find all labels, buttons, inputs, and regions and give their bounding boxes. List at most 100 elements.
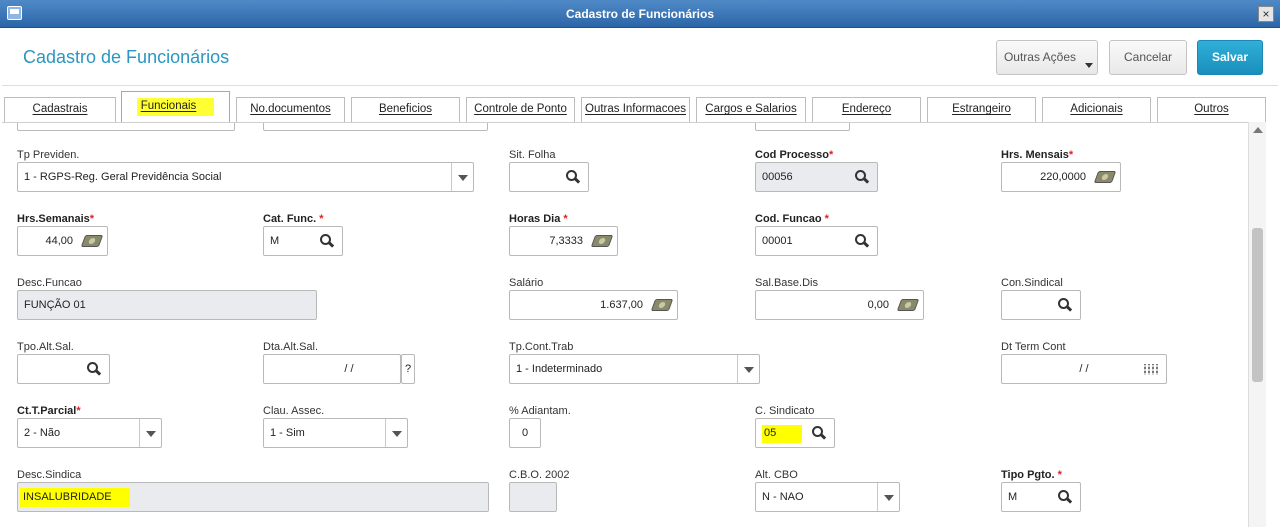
chevron-down-icon[interactable] (737, 355, 759, 383)
calculator-icon[interactable] (80, 235, 104, 247)
search-icon[interactable] (812, 426, 826, 440)
vertical-scrollbar[interactable] (1248, 122, 1266, 527)
tab-cargos-e-salarios[interactable]: Cargos e Salarios (696, 97, 806, 122)
cod-processo-label: Cod Processo* (755, 149, 833, 161)
hrs-semanais-field[interactable]: 44,00 (17, 226, 108, 256)
search-icon[interactable] (1058, 298, 1072, 312)
desc-funcao-label: Desc.Funcao (17, 277, 82, 289)
save-button[interactable]: Salvar (1197, 40, 1263, 75)
chevron-down-icon[interactable] (139, 419, 161, 447)
chevron-down-icon[interactable] (451, 163, 473, 191)
search-icon[interactable] (320, 234, 334, 248)
adiantam-label: % Adiantam. (509, 405, 571, 417)
cancel-button[interactable]: Cancelar (1109, 40, 1187, 75)
sit-folha-label: Sit. Folha (509, 149, 556, 161)
required-mark: * (563, 213, 568, 225)
page-header: Cadastro de Funcionários Outras Ações Ca… (2, 28, 1278, 86)
tp-cont-trab-value: 1 - Indeterminado (516, 363, 603, 375)
tab-outros[interactable]: Outros (1157, 97, 1266, 122)
cod-processo-field[interactable]: 00056 (755, 162, 878, 192)
search-icon[interactable] (855, 234, 869, 248)
tp-previden-select[interactable]: 1 - RGPS-Reg. Geral Previdência Social (17, 162, 474, 192)
cat-func-field[interactable]: M (263, 226, 343, 256)
tipo-pgto-value: M (1008, 491, 1018, 503)
close-icon[interactable]: × (1258, 6, 1274, 22)
window-title: Cadastro de Funcionários (565, 7, 715, 21)
tab-no-documentos[interactable]: No.documentos (236, 97, 345, 122)
form-content: Tp Previden. 1 - RGPS-Reg. Geral Previdê… (2, 122, 1248, 527)
calendar-icon[interactable] (1144, 364, 1158, 375)
dta-alt-sal-field[interactable]: / / (263, 354, 401, 384)
calculator-icon[interactable] (1093, 171, 1117, 183)
window-titlebar: Cadastro de Funcionários × (0, 0, 1280, 28)
dt-term-cont-field[interactable]: / / (1001, 354, 1167, 384)
tab-funcionais-label: Funcionais (136, 98, 215, 116)
calculator-icon[interactable] (650, 299, 674, 311)
cod-funcao-value: 00001 (762, 235, 793, 247)
clau-assec-select[interactable]: 1 - Sim (263, 418, 408, 448)
cbo-2002-field[interactable] (509, 482, 557, 512)
scrollbar-thumb[interactable] (1252, 228, 1263, 382)
page-title: Cadastro de Funcionários (23, 47, 230, 67)
search-icon[interactable] (855, 170, 869, 184)
desc-funcao-field[interactable]: FUNÇÃO 01 (17, 290, 317, 320)
required-mark: * (89, 213, 95, 225)
salario-label: Salário (509, 277, 544, 289)
tab-adicionais[interactable]: Adicionais (1042, 97, 1151, 122)
calculator-icon[interactable] (896, 299, 920, 311)
chevron-down-icon[interactable] (385, 419, 407, 447)
hrs-semanais-value: 44,00 (45, 235, 73, 247)
salario-field[interactable]: 1.637,00 (509, 290, 678, 320)
chevron-down-icon[interactable] (877, 483, 899, 511)
con-sindical-label: Con.Sindical (1001, 277, 1063, 289)
calculator-icon[interactable] (590, 235, 614, 247)
c-sindicato-field[interactable]: 05 (755, 418, 835, 448)
c-sindicato-value: 05 (762, 425, 803, 443)
tipo-pgto-field[interactable]: M (1001, 482, 1081, 512)
sal-base-dis-label: Sal.Base.Dis (755, 277, 818, 289)
dt-term-cont-label: Dt Term Cont (1001, 341, 1066, 353)
cod-funcao-label-text: Cod. Funcao (755, 213, 822, 225)
alt-cbo-label: Alt. CBO (755, 469, 798, 481)
cod-funcao-field[interactable]: 00001 (755, 226, 878, 256)
con-sindical-field[interactable] (1001, 290, 1081, 320)
required-mark: * (1068, 149, 1074, 161)
tab-cadastrais[interactable]: Cadastrais (4, 97, 116, 122)
sit-folha-field[interactable] (509, 162, 589, 192)
cod-funcao-label: Cod. Funcao * (755, 213, 829, 225)
ct-t-parcial-select[interactable]: 2 - Não (17, 418, 162, 448)
dt-term-cont-value: / / (1079, 363, 1089, 375)
tp-cont-trab-select[interactable]: 1 - Indeterminado (509, 354, 760, 384)
tipo-pgto-label: Tipo Pgto. * (1001, 469, 1062, 481)
tab-controle-de-ponto[interactable]: Controle de Ponto (466, 97, 575, 122)
scroll-up-icon[interactable] (1253, 127, 1263, 133)
tab-endereco[interactable]: Endereço (812, 97, 921, 122)
clau-assec-label: Clau. Assec. (263, 405, 325, 417)
required-mark: * (1057, 469, 1062, 481)
tab-funcionais[interactable]: Funcionais (121, 91, 230, 123)
tab-beneficios[interactable]: Beneficios (351, 97, 460, 122)
help-button[interactable]: ? (401, 354, 415, 384)
search-icon[interactable] (1058, 490, 1072, 504)
hrs-mensais-label: Hrs. Mensais* (1001, 149, 1073, 161)
hrs-semanais-label: Hrs.Semanais* (17, 213, 94, 225)
caret-down-icon (1085, 63, 1093, 68)
hrs-mensais-value: 220,0000 (1040, 171, 1086, 183)
tpo-alt-sal-field[interactable] (17, 354, 110, 384)
c-sindicato-label: C. Sindicato (755, 405, 815, 417)
more-actions-button[interactable]: Outras Ações (996, 40, 1098, 75)
hrs-mensais-field[interactable]: 220,0000 (1001, 162, 1121, 192)
sal-base-dis-field[interactable]: 0,00 (755, 290, 924, 320)
adiantam-field[interactable]: 0 (509, 418, 541, 448)
clau-assec-value: 1 - Sim (270, 427, 305, 439)
cod-processo-label-text: Cod Processo (755, 149, 829, 161)
search-icon[interactable] (87, 362, 101, 376)
tab-estrangeiro[interactable]: Estrangeiro (927, 97, 1036, 122)
cod-processo-value: 00056 (762, 171, 793, 183)
desc-sindica-field[interactable]: INSALUBRIDADE (17, 482, 489, 512)
desc-sindica-value: INSALUBRIDADE (20, 488, 130, 507)
search-icon[interactable] (566, 170, 580, 184)
horas-dia-field[interactable]: 7,3333 (509, 226, 618, 256)
alt-cbo-select[interactable]: N - NAO (755, 482, 900, 512)
tab-outras-informacoes[interactable]: Outras Informacoes (581, 97, 690, 122)
